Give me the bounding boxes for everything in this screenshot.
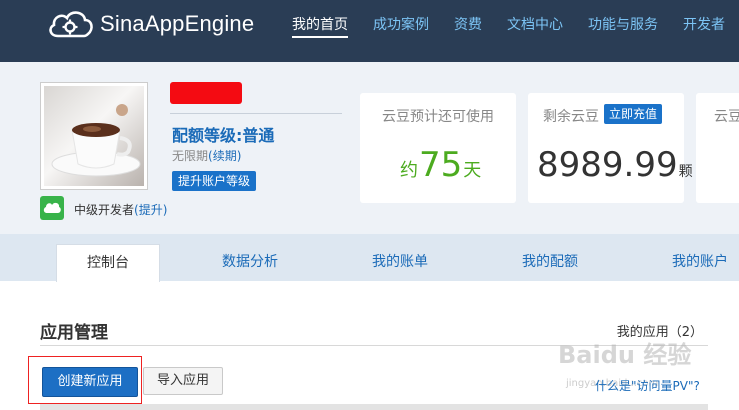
brand-name: SinaAppEngine bbox=[100, 11, 255, 36]
tab-account[interactable]: 我的账户 bbox=[650, 244, 739, 281]
pv-help-link[interactable]: 什么是"访问量PV"? bbox=[595, 377, 700, 394]
expiry-text: 无限期 bbox=[172, 149, 209, 163]
balance-amount: 8989.99 bbox=[537, 145, 678, 185]
sae-logo[interactable]: SinaAppEngine bbox=[46, 6, 254, 42]
create-app-button[interactable]: 创建新应用 bbox=[42, 367, 138, 397]
top-navigation-bar: SinaAppEngine 我的首页 成功案例 资费 文档中心 功能与服务 开发… bbox=[0, 0, 739, 62]
nav-developers[interactable]: 开发者 bbox=[683, 14, 725, 36]
account-summary: 配额等级:普通 无限期(续期) 提升账户等级 中级开发者(提升) 云豆预计还可使… bbox=[0, 62, 739, 234]
redacted-username bbox=[170, 82, 242, 104]
nav-home[interactable]: 我的首页 bbox=[292, 14, 348, 38]
balance-card: 剩余云豆 立即充值 8989.99 颗 bbox=[528, 93, 693, 203]
forecast-value: 约 75 天 bbox=[400, 145, 481, 185]
divider bbox=[170, 113, 342, 114]
tab-bills[interactable]: 我的账单 bbox=[350, 244, 450, 281]
developer-cloud-icon bbox=[40, 196, 64, 220]
forecast-unit: 天 bbox=[463, 160, 482, 181]
balance-unit: 颗 bbox=[678, 164, 693, 180]
developer-level: 中级开发者(提升) bbox=[74, 201, 167, 218]
forecast-title: 云豆预计还可使用 bbox=[382, 109, 494, 125]
coffee-cup-image bbox=[44, 86, 144, 186]
nav-pricing[interactable]: 资费 bbox=[454, 14, 482, 36]
import-app-button[interactable]: 导入应用 bbox=[143, 367, 223, 395]
developer-upgrade-link[interactable]: (提升) bbox=[134, 203, 167, 217]
nav-docs[interactable]: 文档中心 bbox=[507, 14, 563, 36]
third-card: 云豆 bbox=[696, 93, 739, 203]
quota-level: 配额等级:普通 bbox=[172, 126, 275, 145]
recharge-button[interactable]: 立即充值 bbox=[604, 104, 663, 124]
section-title: 应用管理 bbox=[40, 323, 108, 343]
nav-features[interactable]: 功能与服务 bbox=[588, 14, 658, 36]
forecast-card: 云豆预计还可使用 约 75 天 bbox=[360, 93, 516, 203]
forecast-prefix: 约 bbox=[400, 160, 418, 181]
balance-title: 剩余云豆 bbox=[543, 109, 599, 125]
expiry-info: 无限期(续期) bbox=[172, 147, 241, 164]
tab-bar: 控制台 数据分析 我的账单 我的配额 我的账户 bbox=[0, 234, 739, 282]
avatar[interactable] bbox=[40, 82, 148, 190]
upgrade-account-button[interactable]: 提升账户等级 bbox=[172, 171, 257, 191]
forecast-days: 75 bbox=[419, 145, 463, 185]
cloud-gear-icon bbox=[49, 11, 93, 38]
third-card-title: 云豆 bbox=[714, 109, 739, 125]
developer-level-text: 中级开发者 bbox=[74, 203, 135, 217]
balance-value: 8989.99 颗 bbox=[537, 145, 693, 185]
baidu-watermark: Baidu 经验 bbox=[558, 341, 692, 369]
tab-console[interactable]: 控制台 bbox=[56, 244, 160, 282]
main-nav: 我的首页 成功案例 资费 文档中心 功能与服务 开发者 bbox=[292, 14, 739, 38]
tab-analytics[interactable]: 数据分析 bbox=[200, 244, 300, 281]
nav-cases[interactable]: 成功案例 bbox=[373, 14, 429, 36]
table-header-bar bbox=[40, 404, 708, 410]
renew-link[interactable]: (续期) bbox=[208, 149, 241, 163]
tab-quota[interactable]: 我的配额 bbox=[500, 244, 600, 281]
